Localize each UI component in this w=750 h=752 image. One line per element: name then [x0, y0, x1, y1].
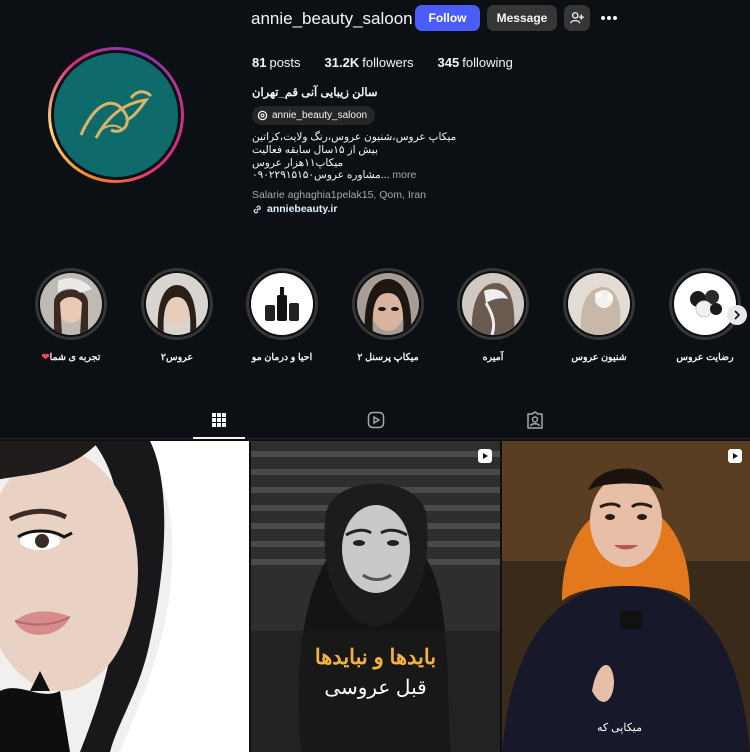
highlight-label: رضایت عروس — [676, 352, 734, 363]
link-icon — [253, 205, 261, 213]
highlight-label: عروس۲ — [160, 352, 194, 363]
highlight-cover — [672, 271, 738, 337]
followers-label: followers — [362, 55, 414, 70]
post-overlay-title: بایدها و نبایدها — [314, 646, 437, 669]
posts-stat: 81 posts — [252, 55, 301, 70]
posts-count: 81 — [252, 55, 267, 70]
post-overlay-subtitle: قبل عروسی — [324, 677, 427, 699]
bio-line-last: ۰۹۰۲۲۹۱۵۱۵۰مشاوره عروس... more — [252, 169, 417, 182]
highlight-cover — [144, 271, 210, 337]
profile-stats: 81 posts 31.2K followers 345 following — [252, 55, 513, 70]
highlight-cover — [460, 271, 526, 337]
reels-icon — [367, 411, 385, 429]
highlight-cover — [566, 271, 632, 337]
highlight-item[interactable]: میکاپ پرسنل ۲ — [343, 268, 433, 363]
reel-badge — [728, 449, 742, 463]
highlight-item[interactable]: عروس۲ — [132, 268, 222, 363]
highlight-item[interactable]: آمیره — [448, 268, 538, 363]
followers-stat[interactable]: 31.2K followers — [325, 55, 414, 70]
profile-avatar-ring[interactable] — [48, 47, 184, 183]
post-image — [0, 441, 249, 752]
more-icon — [601, 16, 617, 20]
threads-handle: annie_beauty_saloon — [272, 110, 368, 121]
more-options-button[interactable] — [597, 5, 621, 31]
profile-link[interactable]: anniebeauty.ir — [252, 203, 337, 215]
post-tile[interactable]: بایدها و نبایدها قبل عروسی — [251, 441, 500, 752]
post-caption: میکاپی که — [596, 722, 642, 734]
brand-logo-icon — [79, 90, 153, 139]
threads-icon — [257, 110, 268, 121]
active-tab-indicator — [193, 437, 245, 439]
bio-line: ۰۹۰۲۲۹۱۵۱۵۰مشاوره عروس — [252, 169, 381, 182]
add-user-icon — [570, 12, 584, 24]
post-tile[interactable] — [0, 441, 249, 752]
highlight-label: میکاپ پرسنل ۲ — [357, 352, 419, 363]
highlight-item[interactable]: تجربه ی شما❤ — [26, 268, 116, 363]
highlight-label: شنیون عروس — [571, 352, 627, 363]
highlight-label: آمیره — [482, 352, 504, 363]
profile-link-text: anniebeauty.ir — [267, 203, 338, 215]
profile-username: annie_beauty_saloon — [251, 9, 413, 28]
highlight-cover — [38, 271, 104, 337]
highlights-next-button[interactable] — [727, 305, 747, 325]
following-stat[interactable]: 345 following — [438, 55, 513, 70]
heart-icon: ❤ — [41, 352, 50, 363]
posts-label: posts — [269, 55, 301, 70]
post-image — [502, 441, 750, 752]
bio-line: بیش از ۱۵سال سابقه فعالیت — [252, 143, 378, 156]
follow-button[interactable]: Follow — [415, 5, 480, 31]
following-label: following — [462, 55, 513, 70]
threads-badge[interactable]: annie_beauty_saloon — [252, 106, 376, 125]
bio-line: میکاپ عروس،شنیون عروس،رنگ ولایت،کراتین — [252, 131, 457, 143]
play-icon — [733, 453, 738, 459]
profile-full-name: سالن زیبایی آنی قم_تهران — [252, 87, 378, 99]
tab-tagged[interactable] — [525, 410, 545, 430]
reel-badge — [478, 449, 492, 463]
profile-location: Salarie aghaghia1pelak15, Qom, Iran — [252, 189, 426, 201]
profile-avatar — [54, 53, 178, 177]
play-icon — [483, 453, 488, 459]
highlight-item[interactable]: احیا و درمان مو — [237, 268, 327, 363]
chevron-right-icon — [734, 310, 741, 320]
grid-icon — [212, 413, 226, 427]
highlight-item[interactable]: شنیون عروس — [554, 268, 644, 363]
following-count: 345 — [437, 55, 460, 70]
bio-line: میکاپ۱۱هزار عروس — [252, 156, 344, 169]
tab-posts[interactable] — [209, 410, 229, 430]
followers-count: 31.2K — [324, 55, 360, 70]
message-button[interactable]: Message — [487, 5, 557, 31]
post-tile[interactable]: میکاپی که — [502, 441, 750, 752]
highlight-label: تجربه ی شما — [49, 352, 101, 363]
bio-more-link[interactable]: more — [392, 169, 416, 181]
tab-reels[interactable] — [366, 410, 386, 430]
tagged-icon — [527, 411, 543, 429]
suggest-user-button[interactable] — [564, 5, 590, 31]
highlight-cover — [249, 271, 315, 337]
highlight-cover — [355, 271, 421, 337]
post-image — [251, 441, 500, 752]
profile-bio: میکاپ عروس،شنیون عروس،رنگ ولایت،کراتین ب… — [252, 131, 456, 182]
highlight-label: احیا و درمان مو — [251, 352, 313, 363]
tabs-divider — [0, 438, 750, 439]
